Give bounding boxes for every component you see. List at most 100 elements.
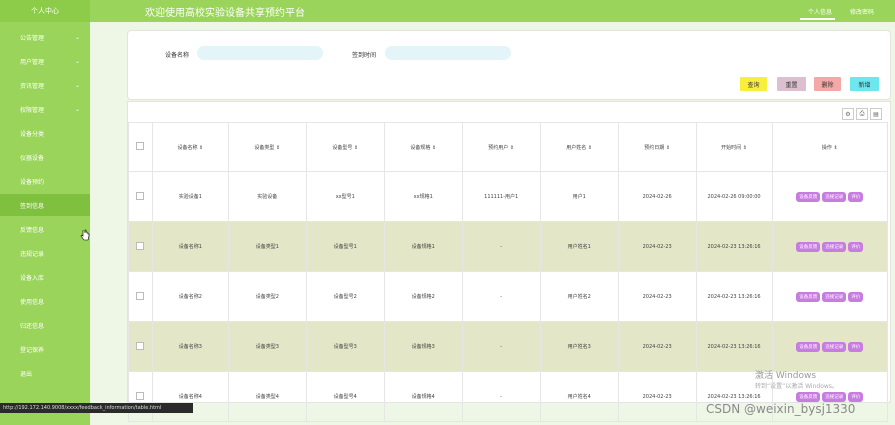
sidebar-item-label: 归还信息 bbox=[20, 322, 45, 330]
export-icon[interactable]: ▤ bbox=[870, 108, 882, 120]
sidebar-item[interactable]: 设备分类 bbox=[0, 122, 90, 144]
select-all-header bbox=[128, 122, 153, 172]
sign-time-input[interactable] bbox=[385, 46, 511, 60]
row-checkbox[interactable] bbox=[136, 341, 145, 350]
review-button[interactable]: 评价 bbox=[848, 341, 864, 352]
change-password-link[interactable]: 修改密码 bbox=[850, 7, 874, 16]
table-cell: 设备规格4 bbox=[383, 371, 463, 422]
row-checkbox[interactable] bbox=[136, 191, 145, 200]
violation-record-button[interactable]: 违规记录 bbox=[822, 241, 847, 252]
row-checkbox[interactable] bbox=[136, 391, 145, 400]
active-tab-underline bbox=[800, 18, 835, 20]
query-button[interactable]: 查询 bbox=[740, 77, 767, 91]
sidebar-item-label: 用户管理 bbox=[20, 58, 45, 66]
brand-title[interactable]: 个人中心 bbox=[0, 0, 90, 22]
table-cell: 设备类型4 bbox=[227, 371, 307, 422]
sidebar-item[interactable]: 使用信息 bbox=[0, 290, 90, 312]
status-bar-url: http://192.172.140.9008/xxxx/feedback_in… bbox=[0, 403, 193, 413]
sidebar-item-label: 公告管理 bbox=[20, 34, 45, 42]
windows-activation-title: 激活 Windows bbox=[755, 371, 817, 381]
table-cell: 2024-02-23 bbox=[617, 221, 697, 272]
row-select-cell bbox=[128, 271, 153, 322]
sidebar-item[interactable]: 仪器设备 bbox=[0, 146, 90, 168]
table-cell: 设备名称4 bbox=[151, 371, 229, 422]
windows-activation-hint: 转到“设置”以激活 Windows。 bbox=[755, 383, 838, 390]
sidebar-item[interactable]: 违规记录 bbox=[0, 242, 90, 264]
review-button[interactable]: 评价 bbox=[848, 191, 864, 202]
table-cell: 设备规格1 bbox=[383, 221, 463, 272]
sidebar-item[interactable]: 设备预约 bbox=[0, 170, 90, 192]
table-row[interactable]: 设备名称2 设备类型2 设备型号2 设备规格2- 用户姓名2 2024-02-23 2024… bbox=[128, 271, 888, 322]
review-button[interactable]: 评价 bbox=[848, 241, 864, 252]
sidebar-item-label: 使用信息 bbox=[20, 298, 45, 306]
table-row[interactable]: 设备名称3 设备类型3 设备型号3 设备规格3- 用户姓名3 2024-02-23 2024… bbox=[128, 321, 888, 372]
sidebar-item[interactable]: 归还信息 bbox=[0, 314, 90, 336]
sidebar-item[interactable]: 用户管理 ⌄ bbox=[0, 50, 90, 72]
feedback-button[interactable]: 设备反馈 bbox=[796, 291, 821, 302]
sidebar-item[interactable]: 登记保养 bbox=[0, 338, 90, 360]
column-header[interactable]: 设备规格 ⇕ bbox=[383, 122, 463, 172]
column-header[interactable]: 操作 ⇕ bbox=[771, 122, 888, 172]
sidebar-item[interactable]: 设备入库 bbox=[0, 266, 90, 288]
sidebar-item-label: 设备分类 bbox=[20, 130, 45, 138]
table-cell: 2024-02-26 bbox=[617, 171, 697, 222]
table-cell: 2024-02-23 bbox=[617, 271, 697, 322]
sidebar-item-label: 违规记录 bbox=[20, 250, 45, 258]
table-cell: 实验设备1 bbox=[151, 171, 229, 222]
table-cell: 实验设备 bbox=[227, 171, 307, 222]
table-cell: 2024-02-23 13:26:16 bbox=[695, 321, 773, 372]
sidebar-item[interactable]: 公告管理 ⌄ bbox=[0, 26, 90, 48]
sidebar-item-label: 仪器设备 bbox=[20, 154, 45, 162]
table-row[interactable]: 实验设备1 实验设备 xx型号1 xx规格1 111111-用户1 用户1 2024-02-… bbox=[128, 171, 888, 222]
profile-link[interactable]: 个人信息 bbox=[808, 7, 832, 16]
hand-cursor-icon bbox=[80, 229, 90, 241]
table-cell: - bbox=[461, 221, 541, 272]
device-name-input[interactable] bbox=[197, 46, 323, 60]
chevron-down-icon: ⌄ bbox=[74, 33, 80, 41]
row-checkbox[interactable] bbox=[136, 241, 145, 250]
review-button[interactable]: 评价 bbox=[848, 291, 864, 302]
chevron-down-icon: ⌄ bbox=[74, 57, 80, 65]
sidebar-item-label: 权限管理 bbox=[20, 106, 45, 114]
select-all-checkbox[interactable] bbox=[136, 142, 145, 150]
csdn-watermark: CSDN @weixin_bysj1330 bbox=[706, 402, 856, 416]
column-header[interactable]: 设备类型 ⇕ bbox=[227, 122, 307, 172]
table-cell: 设备规格3 bbox=[383, 321, 463, 372]
feedback-button[interactable]: 设备反馈 bbox=[796, 391, 821, 402]
feedback-button[interactable]: 设备反馈 bbox=[796, 241, 821, 252]
violation-record-button[interactable]: 违规记录 bbox=[822, 191, 847, 202]
row-actions: 设备反馈 违规记录 评价 bbox=[771, 171, 888, 222]
page-title: 欢迎使用高校实验设备共享预约平台 bbox=[145, 8, 305, 19]
review-button[interactable]: 评价 bbox=[848, 391, 864, 402]
sidebar-item[interactable]: 反馈信息 bbox=[0, 218, 90, 240]
sidebar-item[interactable]: 权限管理 ⌄ bbox=[0, 98, 90, 120]
column-header[interactable]: 用户姓名 ⇕ bbox=[539, 122, 619, 172]
sidebar-item[interactable]: 资讯管理 ⌄ bbox=[0, 74, 90, 96]
sidebar-item[interactable]: 签到信息 bbox=[0, 194, 90, 216]
violation-record-button[interactable]: 违规记录 bbox=[822, 341, 847, 352]
column-header[interactable]: 开始时间 ⇕ bbox=[695, 122, 773, 172]
row-select-cell bbox=[128, 221, 153, 272]
table-cell: 设备名称3 bbox=[151, 321, 229, 372]
violation-record-button[interactable]: 违规记录 bbox=[822, 291, 847, 302]
settings-icon[interactable]: ⚙ bbox=[842, 108, 854, 120]
column-header[interactable]: 设备型号 ⇕ bbox=[305, 122, 385, 172]
column-header[interactable]: 预约日期 ⇕ bbox=[617, 122, 697, 172]
table-cell: 2024-02-23 bbox=[617, 371, 697, 422]
add-button[interactable]: 新增 bbox=[850, 77, 879, 91]
table-cell: 设备规格2 bbox=[383, 271, 463, 322]
top-bar: 欢迎使用高校实验设备共享预约平台 bbox=[90, 0, 895, 22]
table-cell: 用户姓名1 bbox=[539, 221, 619, 272]
reset-button[interactable]: 重置 bbox=[777, 77, 806, 91]
feedback-button[interactable]: 设备反馈 bbox=[796, 191, 821, 202]
row-checkbox[interactable] bbox=[136, 291, 145, 300]
sidebar-item[interactable]: 退出 bbox=[0, 362, 90, 384]
column-header[interactable]: 设备名称 ⇕ bbox=[151, 122, 229, 172]
print-icon[interactable]: ⎙ bbox=[856, 108, 868, 120]
violation-record-button[interactable]: 违规记录 bbox=[822, 391, 847, 402]
column-header[interactable]: 预约用户 ⇕ bbox=[461, 122, 541, 172]
delete-button[interactable]: 删除 bbox=[814, 77, 841, 91]
table-cell: 2024-02-23 bbox=[617, 321, 697, 372]
feedback-button[interactable]: 设备反馈 bbox=[796, 341, 821, 352]
table-row[interactable]: 设备名称1 设备类型1 设备型号1 设备规格1- 用户姓名1 2024-02-23 2024… bbox=[128, 221, 888, 272]
